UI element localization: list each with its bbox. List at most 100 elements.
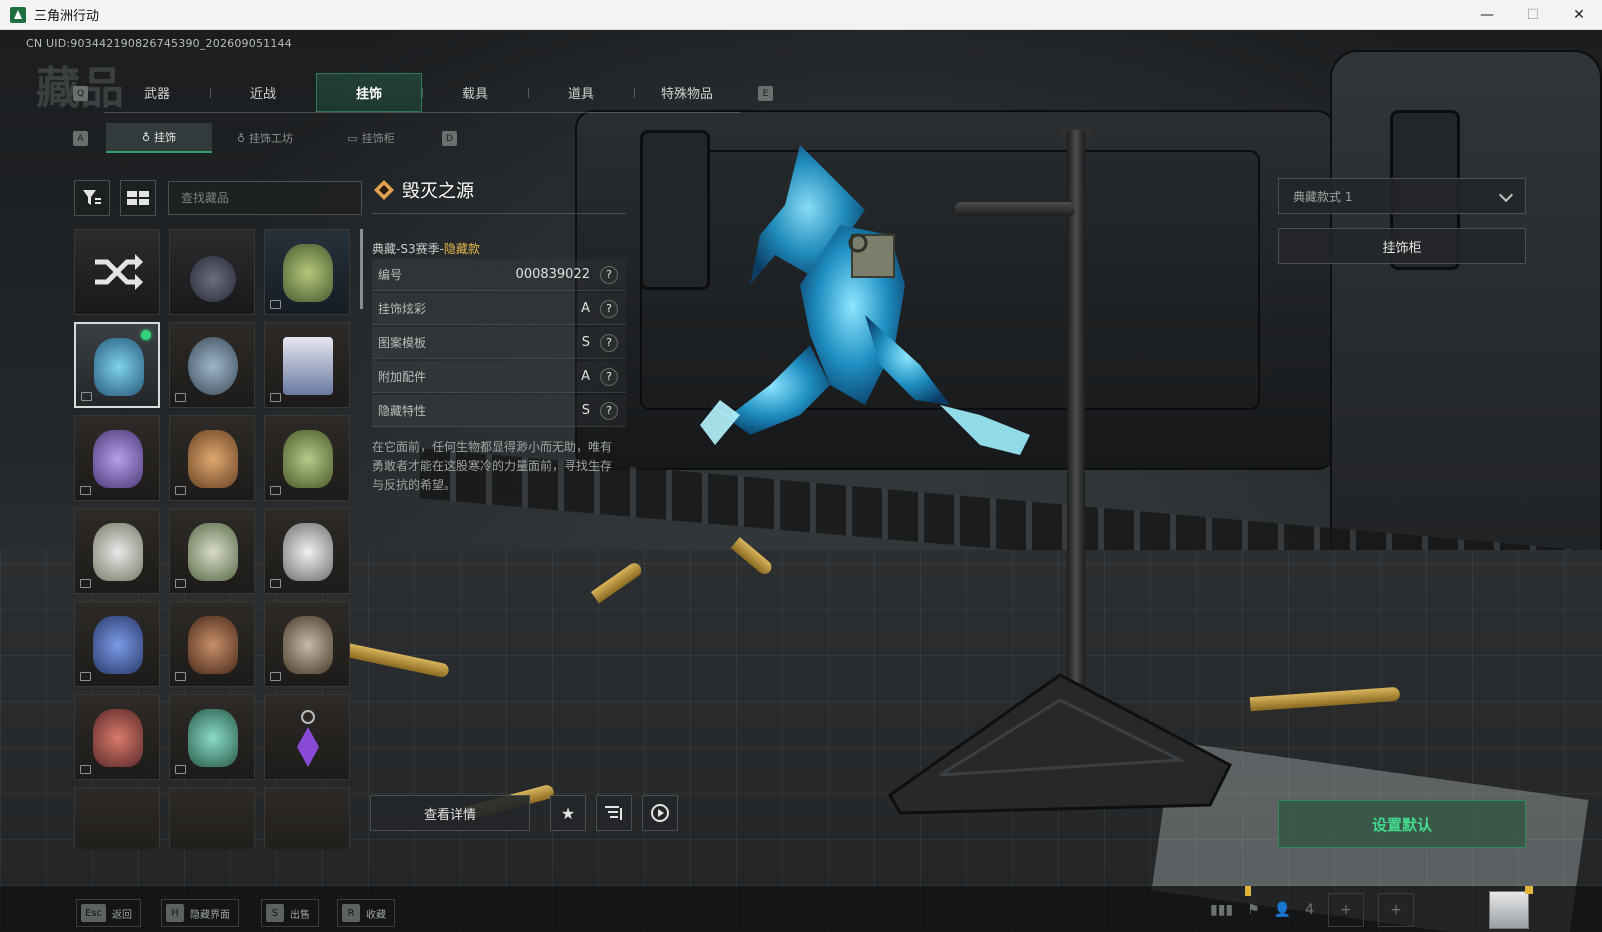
image-icon [175,672,186,681]
attr-label: 挂饰炫彩 [378,302,427,316]
subtab-charm-workshop[interactable]: ♁ 挂饰工坊 [212,123,318,153]
charm-icon: ♁ [141,130,151,144]
charm-cell[interactable] [74,508,160,594]
attr-value: A [581,301,590,316]
charm-cell[interactable] [264,322,350,408]
list-filter-icon [605,806,622,820]
charm-cell[interactable] [264,787,350,849]
filter-icon [83,190,101,205]
image-icon [175,486,186,495]
hint-collect[interactable]: R 收藏 [337,899,395,927]
minimize-button[interactable]: — [1464,0,1510,30]
key-esc: Esc [81,904,107,922]
charm-icon: ♁ [236,131,246,145]
charm-cell[interactable] [264,508,350,594]
team-count: 4 [1305,902,1315,918]
add-member-slot[interactable]: + [1328,893,1365,927]
charm-cell[interactable] [74,415,160,501]
attr-value: 000839022 [515,267,590,282]
orb-charm-thumb [188,337,238,395]
avatar[interactable] [1489,891,1529,929]
charm-cell[interactable] [74,601,160,687]
charm-season: 典藏-S3赛季-隐藏款 [372,240,480,257]
charm-cell-selected[interactable] [74,322,160,408]
category-tabs: 武器 近战 挂饰 载具 道具 特殊物品 [104,73,740,113]
charm-cell[interactable] [264,415,350,501]
filter-button[interactable] [74,180,110,216]
close-button[interactable]: ✕ [1556,0,1602,30]
tab-prev-key: Q [73,86,88,101]
charm-cell[interactable] [264,601,350,687]
figure-charm-thumb [188,616,238,674]
hint-hide-ui[interactable]: H 隐藏界面 [161,899,239,927]
subtab-charm-cabinet[interactable]: ▭ 挂饰柜 [318,123,424,153]
layout-toggle-button[interactable] [120,180,156,216]
status-icons: ▮▮▮ ⚑ 👤 4 + + [1210,893,1415,927]
flag-icon[interactable]: ⚑ [1247,902,1260,918]
charm-cell[interactable] [169,415,255,501]
charm-cell[interactable] [74,787,160,849]
figure-charm-thumb [93,616,143,674]
key-s: S [266,904,284,922]
image-icon [270,300,281,309]
hint-back[interactable]: Esc 返回 [76,899,142,927]
maximize-button[interactable]: ☐ [1510,0,1556,30]
charm-cabinet-button[interactable]: 挂饰柜 [1278,228,1526,264]
style-select[interactable]: 典藏款式 1 [1278,178,1526,214]
team-icon[interactable]: 👤 [1274,902,1291,918]
help-icon[interactable]: ? [600,367,618,386]
help-icon[interactable]: ? [600,401,618,420]
charm-description: 在它面前，任何生物都显得渺小而无助，唯有勇敢者才能在这股寒冷的力量面前，寻找生存… [372,440,613,492]
figure-charm-thumb [283,430,333,488]
figure-charm-thumb [283,523,333,581]
set-default-button[interactable]: 设置默认 [1278,800,1526,848]
tab-weapons[interactable]: 武器 [104,73,210,112]
charm-cell[interactable] [169,694,255,780]
figure-charm-thumb [188,430,238,488]
attr-label: 隐藏特性 [378,404,427,418]
add-member-slot[interactable]: + [1378,893,1415,927]
charm-cell[interactable] [169,601,255,687]
attr-value: A [581,369,590,384]
charm-3d-model[interactable] [690,115,1070,515]
charm-grid [74,229,362,849]
tree-charm-thumb [283,244,333,302]
charm-cell[interactable] [169,508,255,594]
favorite-button[interactable]: ★ [550,795,586,831]
tab-melee[interactable]: 近战 [210,73,316,112]
image-icon [80,579,91,588]
grid-layout-icon [127,191,149,205]
charm-cell[interactable] [264,229,350,315]
tab-vehicles[interactable]: 载具 [422,73,528,112]
display-stand-base [888,673,1232,815]
tab-next-key: E [758,86,773,101]
view-details-button[interactable]: 查看详情 [370,795,530,831]
grid-scrollbar[interactable] [360,229,363,309]
tab-charms[interactable]: 挂饰 [316,73,422,112]
dragon-charm-thumb [94,338,144,396]
hint-sell[interactable]: S 出售 [261,899,319,927]
random-charm-cell[interactable] [74,229,160,315]
search-input[interactable] [168,181,362,215]
charm-cell[interactable] [74,694,160,780]
attr-label: 附加配件 [378,370,427,384]
compare-button[interactable] [596,795,632,831]
stats-icon[interactable]: ▮▮▮ [1210,902,1233,918]
charm-cell[interactable] [169,322,255,408]
subtab-label: 挂饰 [154,131,177,144]
help-icon[interactable]: ? [600,333,618,352]
charm-cell[interactable] [264,694,350,780]
divider [372,213,626,214]
charm-cell[interactable] [169,787,255,849]
help-icon[interactable]: ? [600,265,618,284]
help-icon[interactable]: ? [600,299,618,318]
tab-special-items[interactable]: 特殊物品 [634,73,740,112]
hint-label: 收藏 [366,909,386,921]
play-animation-button[interactable] [642,795,678,831]
tab-items[interactable]: 道具 [528,73,634,112]
subtab-prev-key: A [73,131,88,146]
user-uid: CN UID:9034421908267453​90_202609051144 [26,37,292,50]
subtab-charms[interactable]: ♁ 挂饰 [106,123,212,153]
subtab-label: 挂饰柜 [361,132,395,145]
charm-cell[interactable] [169,229,255,315]
